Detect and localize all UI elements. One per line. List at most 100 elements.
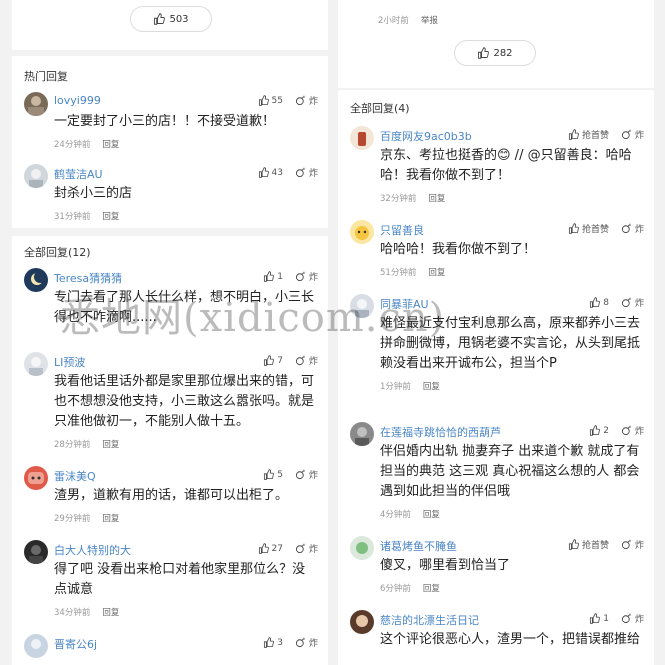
like-action[interactable]: 抢首赞 xyxy=(568,128,609,141)
avatar[interactable] xyxy=(24,466,48,490)
fire-action[interactable]: 炸 xyxy=(295,270,318,283)
like-button[interactable]: 503 xyxy=(130,6,212,32)
username[interactable]: 慈洁的北漂生活日记 xyxy=(380,612,479,628)
fire-label: 炸 xyxy=(634,131,644,141)
thumb-up-icon xyxy=(263,469,274,480)
like-action[interactable]: 43 xyxy=(258,167,283,178)
username[interactable]: 同暴菲AU xyxy=(380,296,429,312)
fire-action[interactable]: 炸 xyxy=(621,612,644,625)
fire-action[interactable]: 炸 xyxy=(621,538,644,551)
username[interactable]: 白大人特别的大 xyxy=(54,542,131,558)
fire-action[interactable]: 炸 xyxy=(295,94,318,107)
avatar[interactable] xyxy=(24,92,48,116)
fire-label: 炸 xyxy=(308,545,318,555)
comment-meta: 31分钟前 回复 xyxy=(54,210,119,222)
like-action[interactable]: 8 xyxy=(589,297,609,308)
comment-text: 伴侣婚内出轨 抛妻弃子 出来道个歉 就成了有担当的典范 这三观 真心祝福这么想的… xyxy=(380,444,640,499)
reply-link[interactable]: 回复 xyxy=(102,514,119,524)
timestamp: 24分钟前 xyxy=(54,140,91,150)
comment-text: 一定要封了小三的店！！不接受道歉！ xyxy=(54,114,276,129)
like-button[interactable]: 282 xyxy=(454,40,536,66)
fire-action[interactable]: 炸 xyxy=(295,354,318,367)
avatar[interactable] xyxy=(24,268,48,292)
username[interactable]: Teresa猜猜猜 xyxy=(54,270,122,286)
reply-link[interactable]: 回复 xyxy=(428,268,445,278)
reply-link[interactable]: 回复 xyxy=(423,382,440,392)
right-top-panel: 2小时前 举报 282 xyxy=(338,0,654,88)
username[interactable]: 雷沫美Q xyxy=(54,468,96,484)
like-action[interactable]: 抢首赞 xyxy=(568,222,609,235)
fire-action[interactable]: 炸 xyxy=(295,636,318,649)
bomb-icon xyxy=(295,543,306,554)
username[interactable]: LI预波 xyxy=(54,354,85,370)
timestamp: 4分钟前 xyxy=(380,510,411,520)
avatar[interactable] xyxy=(24,352,48,376)
username[interactable]: 诸葛烤鱼不腌鱼 xyxy=(380,538,457,554)
fire-label: 炸 xyxy=(634,541,644,551)
avatar[interactable] xyxy=(24,164,48,188)
avatar[interactable] xyxy=(24,540,48,564)
like-action[interactable]: 3 xyxy=(263,637,283,648)
reply-link[interactable]: 回复 xyxy=(423,584,440,594)
fire-action[interactable]: 炸 xyxy=(295,468,318,481)
username[interactable]: lovyi999 xyxy=(54,94,101,107)
reply-link[interactable]: 回复 xyxy=(102,140,119,150)
username[interactable]: 只留善良 xyxy=(380,222,424,238)
like-label: 抢首赞 xyxy=(581,131,609,141)
like-count: 7 xyxy=(277,355,283,366)
avatar[interactable] xyxy=(350,610,374,634)
fire-label: 炸 xyxy=(634,225,644,235)
like-count: 8 xyxy=(603,297,609,308)
comment-actions: 1 炸 xyxy=(263,270,318,283)
report-link[interactable]: 举报 xyxy=(421,16,438,26)
username[interactable]: 在莲福寺跳恰恰的西葫芦 xyxy=(380,424,501,440)
like-action[interactable]: 7 xyxy=(263,355,283,366)
like-action[interactable]: 55 xyxy=(258,95,283,106)
reply-link[interactable]: 回复 xyxy=(102,440,119,450)
fire-action[interactable]: 炸 xyxy=(621,424,644,437)
thumb-up-icon xyxy=(568,129,579,140)
comment-actions: 8 炸 xyxy=(589,296,644,309)
comment-meta: 4分钟前 回复 xyxy=(380,508,440,520)
fire-label: 炸 xyxy=(308,97,318,107)
username[interactable]: 百度网友9ac0b3b xyxy=(380,128,472,144)
like-action[interactable]: 1 xyxy=(589,613,609,624)
like-action[interactable]: 5 xyxy=(263,469,283,480)
bomb-icon xyxy=(295,167,306,178)
like-action[interactable]: 27 xyxy=(258,543,283,554)
avatar[interactable] xyxy=(24,634,48,658)
reply-link[interactable]: 回复 xyxy=(102,212,119,222)
fire-label: 炸 xyxy=(308,471,318,481)
fire-action[interactable]: 炸 xyxy=(295,542,318,555)
thumb-up-icon xyxy=(477,47,489,59)
timestamp: 34分钟前 xyxy=(54,608,91,618)
like-action[interactable]: 1 xyxy=(263,271,283,282)
username[interactable]: 鹤莹洁AU xyxy=(54,166,103,182)
fire-action[interactable]: 炸 xyxy=(295,166,318,179)
avatar[interactable] xyxy=(350,294,374,318)
avatar[interactable] xyxy=(350,422,374,446)
like-label: 抢首赞 xyxy=(581,225,609,235)
reply-link[interactable]: 回复 xyxy=(102,608,119,618)
avatar[interactable] xyxy=(350,220,374,244)
fire-action[interactable]: 炸 xyxy=(621,296,644,309)
comment-text: 傻叉，哪里看到恰当了 xyxy=(380,558,511,573)
fire-action[interactable]: 炸 xyxy=(621,128,644,141)
comment-text: 这个评论很恶心人，渣男一个，把错误都推给 xyxy=(380,632,641,647)
like-action[interactable]: 2 xyxy=(589,425,609,436)
username[interactable]: 晋寄公6j xyxy=(54,636,97,652)
bomb-icon xyxy=(621,297,632,308)
like-action[interactable]: 抢首赞 xyxy=(568,538,609,551)
reply-link[interactable]: 回复 xyxy=(428,194,445,204)
thumb-up-icon xyxy=(589,425,600,436)
avatar[interactable] xyxy=(350,126,374,150)
comment-text: 封杀小三的店 xyxy=(54,186,133,201)
all-replies-title: 全部回复(4) xyxy=(350,102,410,115)
avatar[interactable] xyxy=(350,536,374,560)
fire-action[interactable]: 炸 xyxy=(621,222,644,235)
reply-link[interactable]: 回复 xyxy=(423,510,440,520)
comment-actions: 抢首赞 炸 xyxy=(568,222,644,235)
comment-actions: 抢首赞 炸 xyxy=(568,128,644,141)
comment-actions: 1 炸 xyxy=(589,612,644,625)
bomb-icon xyxy=(621,223,632,234)
